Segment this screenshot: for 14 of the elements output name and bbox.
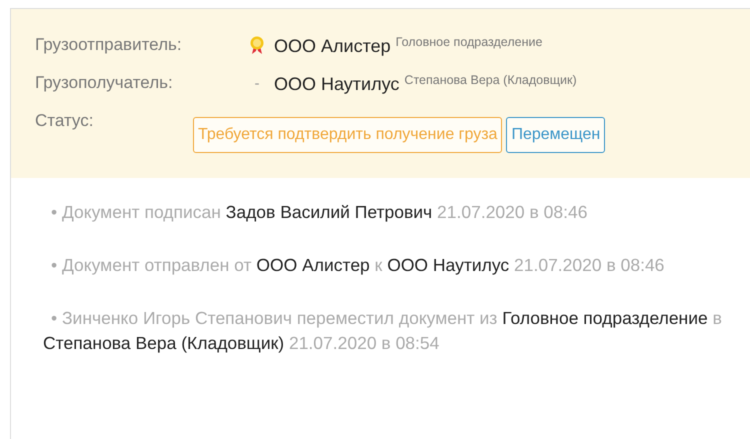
company-subtitle: Головное подразделение bbox=[396, 34, 542, 51]
log-entry: • Документ отправлен от ООО Алистер к ООО Наутилус 21.07.2020 в 08:46 bbox=[50, 254, 666, 277]
company-name: ООО Алистер bbox=[274, 35, 391, 58]
log-entry: • Документ подписан Задов Василий Петрович 21.07.2020 в 08:46 bbox=[50, 201, 588, 224]
status-badge: Перемещен bbox=[506, 117, 606, 153]
status-badge: Требуется подтвердить получение груза bbox=[193, 117, 502, 153]
company-subtitle: Степанова Вера (Кладовщик) bbox=[404, 72, 577, 89]
field-label: Статус: bbox=[35, 110, 94, 132]
field-label: Грузополучатель: bbox=[35, 72, 174, 94]
field-label: Грузоотправитель: bbox=[35, 34, 183, 56]
medal-icon bbox=[249, 35, 265, 55]
log-entry: • Зинченко Игорь Степанович переместил документ из Головное подразделение в Степанова Вера (Кладовщик) 21.07.2020 в 08:54 bbox=[43, 307, 723, 355]
dash-marker: - bbox=[254, 74, 260, 92]
company-name: ООО Наутилус bbox=[274, 73, 400, 96]
